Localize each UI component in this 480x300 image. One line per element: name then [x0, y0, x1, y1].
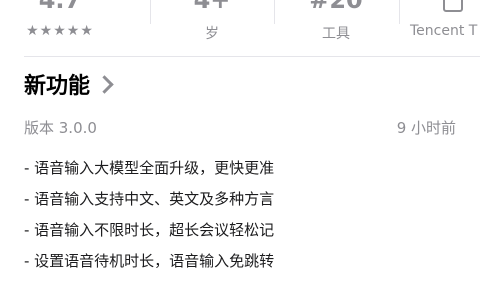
- info-stats-row: 4.7 ★★★★★ 4+ 岁 #20 工具 Tencent T: [0, 0, 480, 52]
- age-value: 4+: [193, 0, 231, 14]
- release-note-item: - 语音输入不限时长，超长会议轻松记: [24, 221, 275, 239]
- chart-category-label: 工具: [322, 26, 350, 42]
- developer-stat[interactable]: Tencent T: [400, 0, 480, 52]
- age-stat[interactable]: 4+ 岁: [152, 0, 272, 52]
- chart-stat[interactable]: #20 工具: [276, 0, 396, 52]
- developer-icon: [443, 0, 463, 12]
- version-label: 版本 3.0.0: [24, 119, 97, 137]
- stat-divider: [274, 0, 275, 24]
- chevron-right-icon: [95, 74, 114, 94]
- developer-name: Tencent T: [410, 23, 478, 39]
- chart-rank-value: #20: [309, 0, 363, 14]
- release-note-item: - 语音输入大模型全面升级，更快更准: [24, 159, 275, 177]
- release-notes: - 语音输入大模型全面升级，更快更准 - 语音输入支持中文、英文及多种方言 - …: [24, 153, 274, 277]
- release-note-item: - 设置语音待机时长，语音输入免跳转: [24, 252, 275, 270]
- rating-value: 4.7: [38, 0, 82, 14]
- rating-stars: ★★★★★: [26, 23, 94, 39]
- section-divider: [24, 56, 480, 57]
- rating-stat[interactable]: 4.7 ★★★★★: [0, 0, 120, 52]
- whats-new-header[interactable]: 新功能: [24, 68, 114, 100]
- release-note-item: - 语音输入支持中文、英文及多种方言: [24, 190, 275, 208]
- stat-divider: [150, 0, 151, 24]
- age-label: 岁: [205, 26, 219, 42]
- release-time: 9 小时前: [396, 119, 456, 137]
- whats-new-title: 新功能: [24, 74, 91, 99]
